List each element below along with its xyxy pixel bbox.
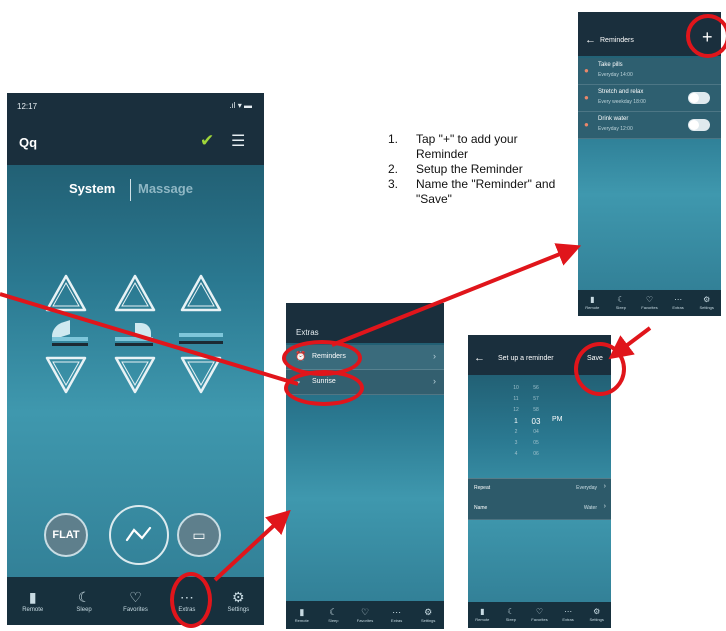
highlight-save-button [574,342,626,396]
highlight-extras-tab [170,572,212,628]
arrow-to-sunrise [0,292,299,386]
annotation-arrows [0,243,652,582]
highlight-add-button [686,14,726,58]
arrow-to-reminders-screen [331,243,582,347]
arrow-to-setup-screen [608,326,652,360]
arrow-extras-to-reminders [213,509,291,582]
highlight-sunrise-item [284,370,364,406]
